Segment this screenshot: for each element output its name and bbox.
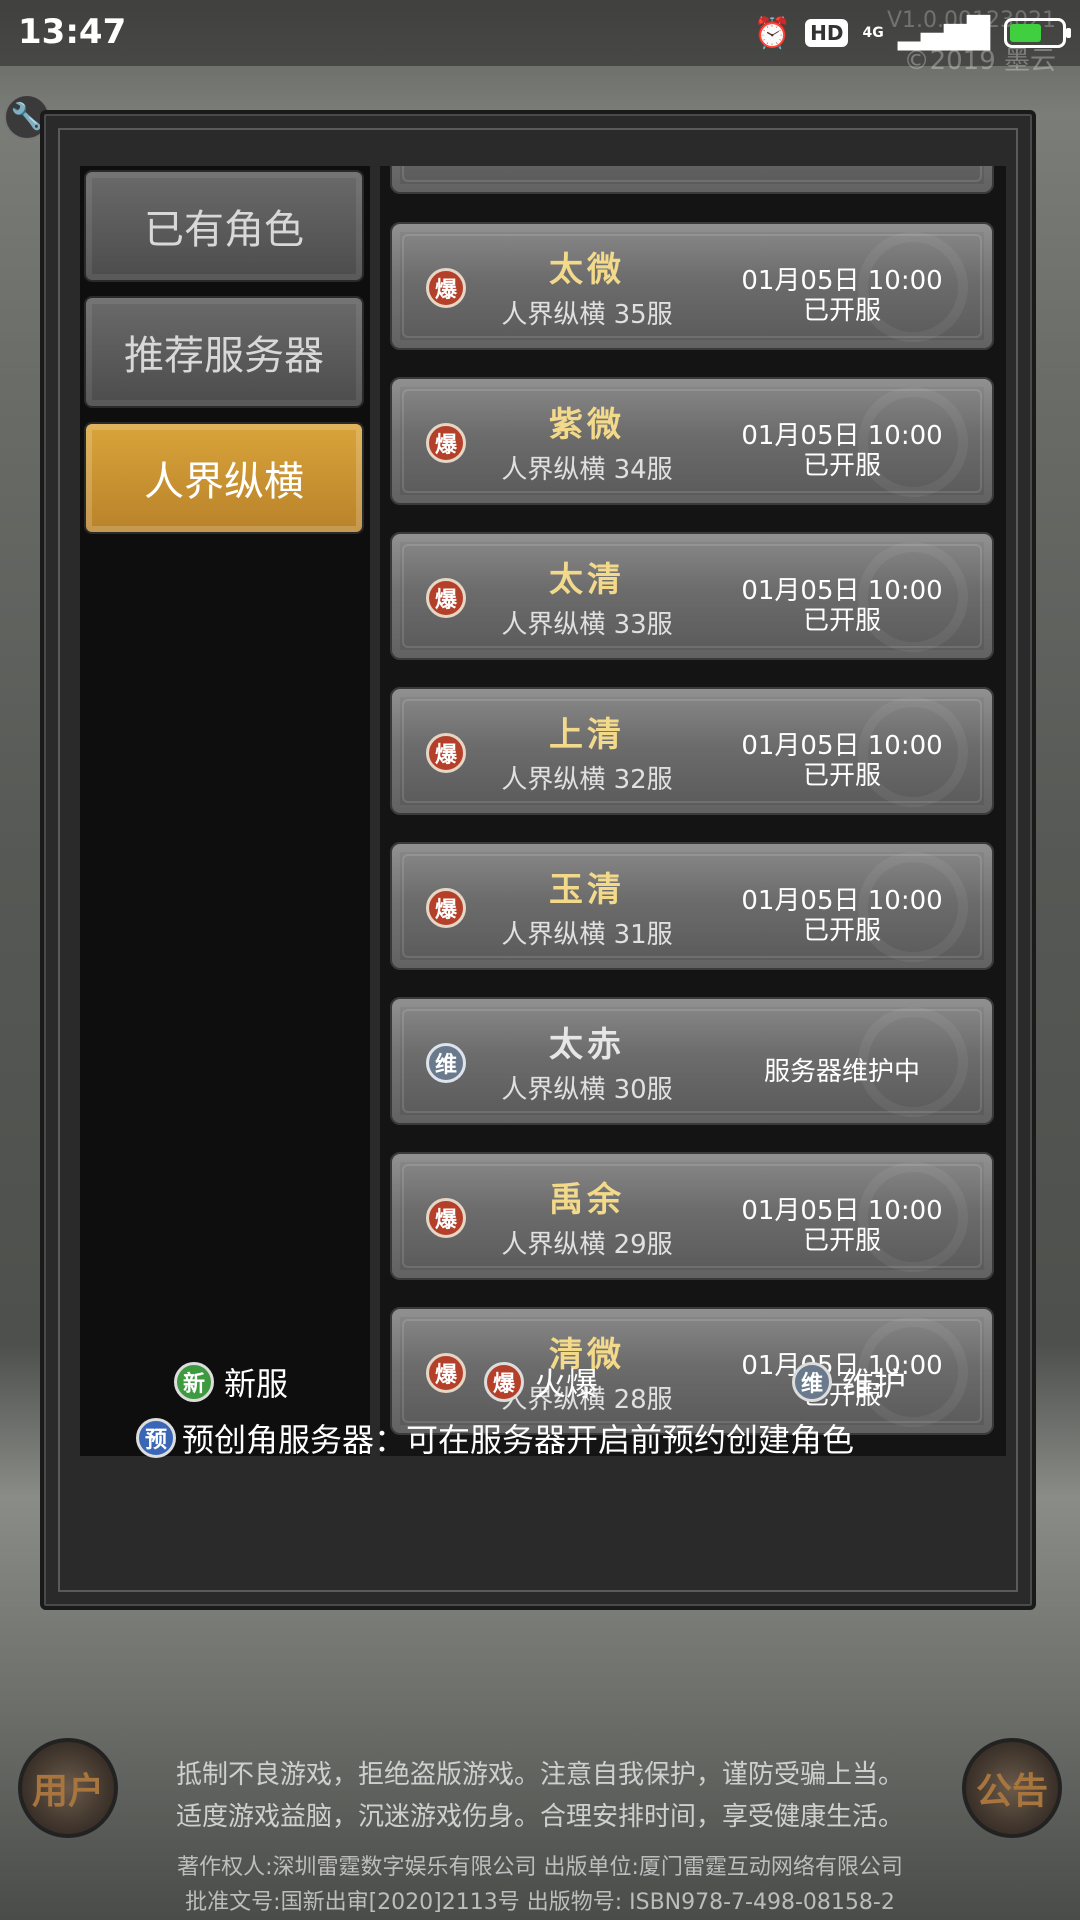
server-subtitle: 人界纵横 35服: [501, 300, 673, 330]
status-time: 13:47: [18, 12, 127, 52]
status-icons: ⏰ HD 4G ▂▄▆█: [753, 10, 1071, 56]
server-card[interactable]: 爆 太清 人界纵横 33服 01月05日 10:00 已开服: [390, 532, 994, 660]
legend-hot: 爆 火爆: [484, 1360, 598, 1404]
server-card[interactable]: 爆 玉清 人界纵横 31服 01月05日 10:00 已开服: [390, 842, 994, 970]
server-list[interactable]: 爆 太微 人界纵横 35服 01月05日 10:00 已开服 爆 紫微 人界纵横…: [380, 166, 1006, 1456]
server-status: 已开服: [802, 296, 881, 326]
hot-badge-icon: 爆: [426, 423, 466, 463]
server-name: 上清: [549, 715, 625, 755]
status-bar: 13:47 V1.0.00123021 ©2019 墨云 ⏰ HD 4G ▂▄▆…: [0, 0, 1080, 76]
tab-renjie-zongheng[interactable]: 人界纵横: [84, 422, 364, 534]
tab-label: 人界纵横: [144, 459, 304, 505]
server-subtitle: 人界纵横 34服: [501, 455, 673, 485]
server-name: 太微: [549, 250, 625, 290]
signal-icon: ▂▄▆█: [897, 15, 990, 51]
server-group-tabs: 已有角色 推荐服务器 人界纵横: [80, 166, 370, 1456]
server-subtitle: 人界纵横 30服: [501, 1075, 673, 1105]
hot-badge-icon: 爆: [426, 888, 466, 928]
server-status: 已开服: [802, 761, 881, 791]
server-subtitle: 人界纵横 31服: [501, 920, 673, 950]
server-status: 已开服: [802, 606, 881, 636]
legend-label: 火爆: [534, 1365, 599, 1403]
server-name: 太赤: [549, 1025, 625, 1065]
legend-maintenance: 维 维护: [792, 1360, 906, 1404]
hot-badge-icon: 爆: [426, 578, 466, 618]
hot-badge-icon: 爆: [426, 1353, 466, 1393]
server-card[interactable]: 爆 紫微 人界纵横 34服 01月05日 10:00 已开服: [390, 377, 994, 505]
hot-badge-icon: 爆: [484, 1362, 524, 1402]
server-card[interactable]: 维 太赤 人界纵横 30服 服务器维护中: [390, 997, 994, 1125]
legend-new: 新 新服: [174, 1360, 288, 1404]
new-badge-icon: 新: [174, 1362, 214, 1402]
precreate-badge-icon: 预: [136, 1418, 176, 1458]
alarm-icon: ⏰: [753, 15, 792, 51]
server-name: 禹余: [549, 1180, 625, 1220]
server-subtitle: 人界纵横 32服: [501, 765, 673, 795]
server-card[interactable]: 爆 上清 人界纵横 32服 01月05日 10:00 已开服: [390, 687, 994, 815]
maintenance-badge-icon: 维: [426, 1043, 466, 1083]
legend-label: 维护: [842, 1365, 907, 1403]
maintenance-badge-icon: 维: [792, 1362, 832, 1402]
tab-label: 已有角色: [144, 207, 304, 253]
server-name: 太清: [549, 560, 625, 600]
tab-existing-roles[interactable]: 已有角色: [84, 170, 364, 282]
server-status: 已开服: [802, 916, 881, 946]
legend-label: 预创角服务器：可在服务器开启前预约创建角色: [182, 1421, 855, 1459]
tab-recommended-servers[interactable]: 推荐服务器: [84, 296, 364, 408]
server-status: 已开服: [802, 451, 881, 481]
health-notice-line-2: 适度游戏益脑，沉迷游戏伤身。合理安排时间，享受健康生活。: [175, 1802, 904, 1832]
network-label: 4G: [862, 26, 883, 40]
server-card[interactable]: 爆 太微 人界纵横 35服 01月05日 10:00 已开服: [390, 222, 994, 350]
server-card-partial[interactable]: [390, 166, 994, 194]
credits-line-2: 批准文号:国新出审[2020]2113号 出版物号: ISBN978-7-498…: [185, 1890, 895, 1915]
battery-icon: [1004, 18, 1071, 48]
server-subtitle: 人界纵横 29服: [501, 1230, 673, 1260]
server-name: 玉清: [549, 870, 625, 910]
server-name: 紫微: [549, 405, 625, 445]
hot-badge-icon: 爆: [426, 268, 466, 308]
health-notice-line-1: 抵制不良游戏，拒绝盗版游戏。注意自我保护，谨防受骗上当。: [175, 1760, 904, 1790]
legend-label: 新服: [224, 1365, 289, 1403]
hot-badge-icon: 爆: [426, 1198, 466, 1238]
network-type: 4G: [862, 25, 884, 41]
server-status: 已开服: [802, 1226, 881, 1256]
hd-icon: HD: [805, 19, 849, 47]
server-subtitle: 人界纵横 33服: [501, 610, 673, 640]
credits-line-1: 著作权人:深圳雷霆数字娱乐有限公司 出版单位:厦门雷霆互动网络有限公司: [177, 1855, 903, 1880]
server-card[interactable]: 爆 禹余 人界纵横 29服 01月05日 10:00 已开服: [390, 1152, 994, 1280]
hot-badge-icon: 爆: [426, 733, 466, 773]
tab-label: 推荐服务器: [124, 333, 324, 379]
legend-precreate: 预 预创角服务器：可在服务器开启前预约创建角色: [136, 1416, 854, 1460]
server-status: 服务器维护中: [763, 1057, 920, 1087]
